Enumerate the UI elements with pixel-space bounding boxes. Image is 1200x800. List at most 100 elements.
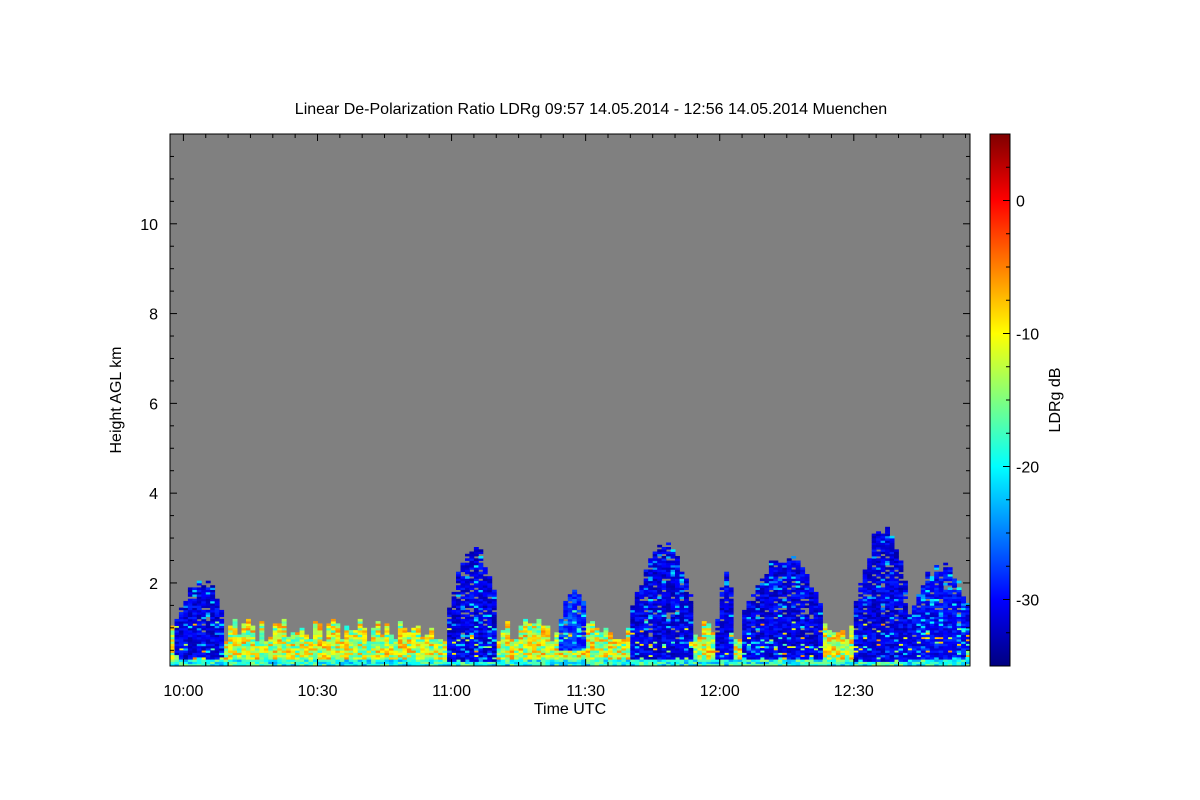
heatmap-cell [277,639,283,642]
heatmap-cell [657,578,663,582]
heatmap-cell [800,585,806,588]
heatmap-cell [773,567,779,570]
heatmap-cell [630,659,636,662]
heatmap-cell [192,609,198,613]
heatmap-cell [317,623,323,626]
heatmap-cell [254,641,260,644]
heatmap-cell [281,618,287,622]
heatmap-cell [853,643,859,647]
heatmap-cell [728,639,734,642]
heatmap-cell [818,603,823,606]
heatmap-cell [491,618,497,622]
heatmap-cell [782,574,788,577]
heatmap-cell [791,609,797,613]
heatmap-cell [478,585,484,588]
heatmap-cell [670,605,676,608]
heatmap-cell [460,609,466,613]
heatmap-cell [228,643,233,647]
heatmap-cell [639,659,645,662]
heatmap-cell [402,659,408,662]
heatmap-cell [795,560,801,564]
heatmap-cell [858,643,864,647]
heatmap-cell [853,609,859,613]
heatmap-cell [858,594,864,597]
heatmap-cell [755,618,761,622]
heatmap-cell [277,650,283,653]
heatmap-cell [791,614,797,617]
heatmap-cell [482,648,488,651]
heatmap-cell [759,654,765,658]
heatmap-cell [424,659,430,662]
heatmap-cell [710,639,716,642]
heatmap-cell [813,594,819,597]
heatmap-cell [679,609,685,613]
heatmap-cell [170,643,175,647]
heatmap-cell [675,639,680,642]
heatmap-cell [429,630,435,633]
heatmap-cell [804,574,810,577]
heatmap-cell [205,623,211,626]
heatmap-cell [299,659,305,662]
heatmap-cell [773,574,779,577]
heatmap-cell [862,648,868,651]
heatmap-cell [442,659,448,662]
heatmap-cell [187,643,193,647]
heatmap-cell [402,650,408,653]
heatmap-cell [594,654,600,658]
heatmap-cell [322,650,327,653]
heatmap-cell [183,639,189,642]
heatmap-cell [594,639,600,642]
heatmap-cell [415,659,421,662]
heatmap-cell [456,609,461,613]
heatmap-cell [232,618,238,622]
heatmap-cell [339,643,345,647]
heatmap-cell [670,589,676,593]
heatmap-cell [451,614,457,617]
heatmap-cell [210,598,216,602]
heatmap-cell [420,650,426,653]
heatmap-cell [786,654,792,658]
heatmap-cell [679,650,685,653]
heatmap-cell [187,618,193,622]
heatmap-cell [835,643,841,647]
heatmap-cell [764,589,770,593]
heatmap-cell [469,585,475,588]
heatmap-cell [210,643,216,647]
heatmap-cell [728,636,734,640]
heatmap-cell [487,627,493,631]
heatmap-cell [751,609,756,613]
heatmap-cell [590,623,595,626]
heatmap-cell [473,634,479,638]
heatmap-cell [742,630,747,633]
heatmap-cell [804,650,810,653]
heatmap-cell [675,618,680,622]
heatmap-cell [666,574,671,577]
heatmap-cell [576,650,582,653]
heatmap-cell [652,643,658,647]
heatmap-cell [916,659,922,662]
heatmap-cell [473,574,479,577]
heatmap-cell [232,643,238,647]
heatmap-cell [348,659,354,662]
heatmap-cell [746,634,752,638]
heatmap-cell [456,641,461,644]
heatmap-cell [183,609,189,613]
heatmap-cell [214,614,220,617]
heatmap-cell [786,558,792,561]
heatmap-cell [523,618,528,622]
heatmap-cell [795,634,801,638]
heatmap-cell [813,650,819,653]
heatmap-cell [751,618,756,622]
heatmap-cell [634,643,640,647]
heatmap-cell [469,591,475,595]
heatmap-cell [259,643,265,647]
heatmap-cell [684,598,689,602]
heatmap-cell [648,598,654,602]
heatmap-cell [862,630,868,633]
heatmap-cell [858,587,864,590]
heatmap-cell [733,650,738,653]
heatmap-cell [800,609,806,613]
heatmap-cell [572,618,578,622]
heatmap-cell [523,623,528,626]
heatmap-cell [634,598,640,602]
